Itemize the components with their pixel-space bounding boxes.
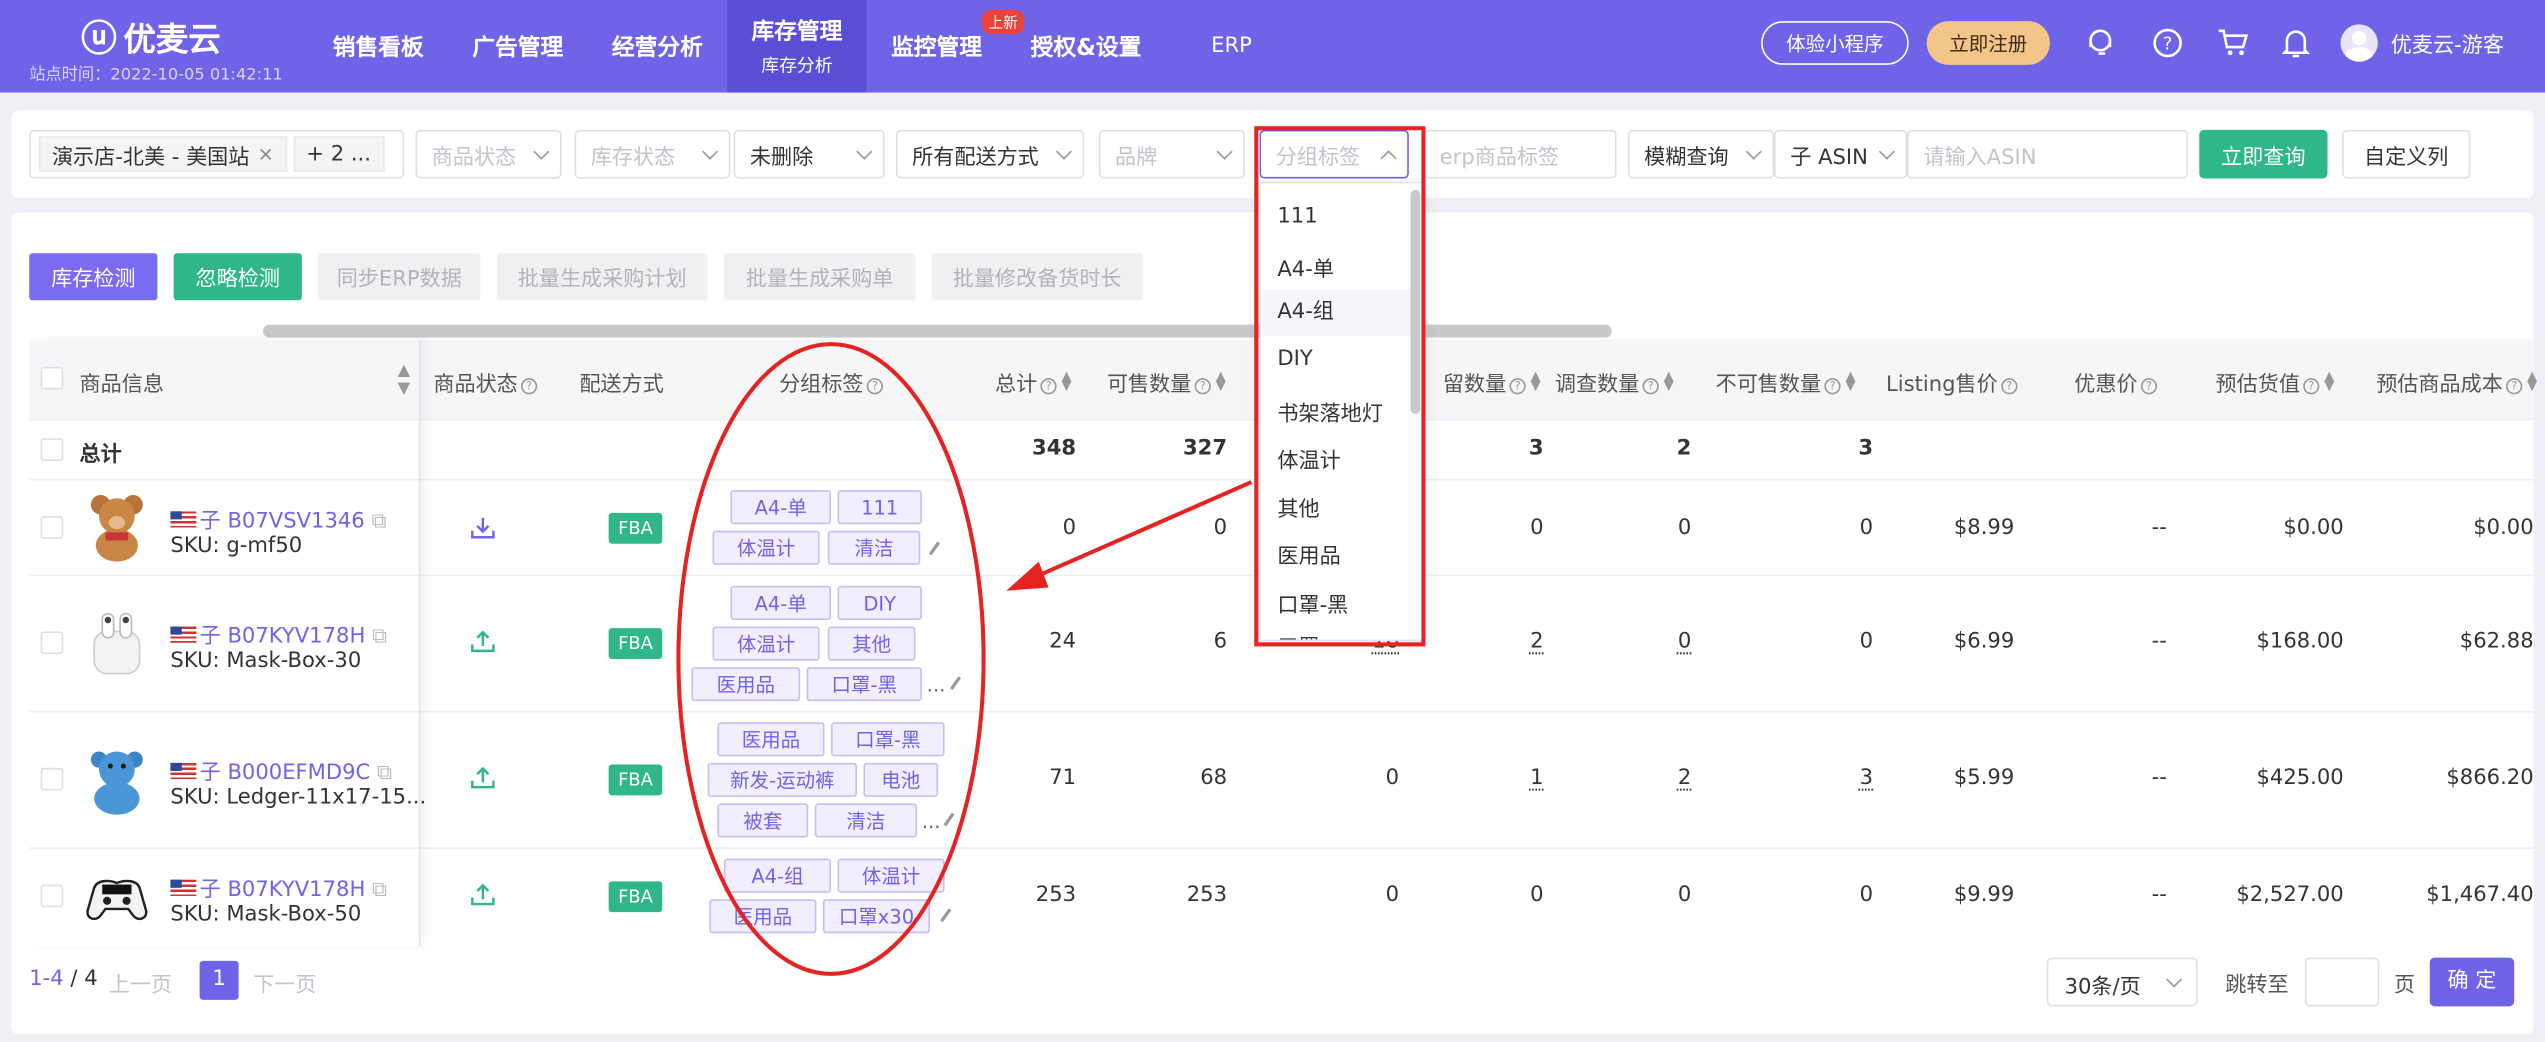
annotation-ellipse: [676, 342, 986, 976]
annotation-box: [1254, 126, 1426, 647]
annotation-arrow-line: [1024, 480, 1253, 583]
annotation-overlay: [676, 126, 1426, 976]
annotation-arrow-head: [1006, 561, 1049, 591]
